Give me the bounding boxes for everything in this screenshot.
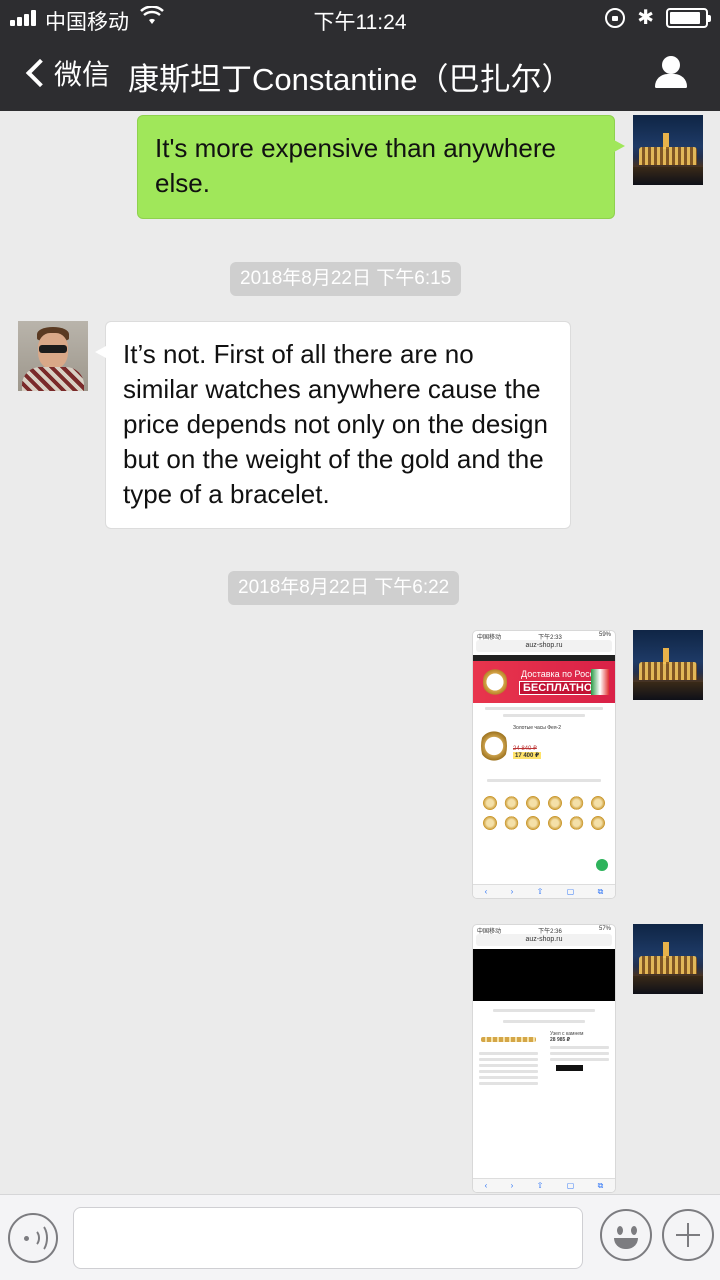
back-chevron-icon bbox=[25, 58, 55, 88]
my-avatar[interactable] bbox=[633, 924, 703, 994]
back-label: 微信 bbox=[54, 59, 111, 90]
shot-battery: 59% bbox=[598, 632, 611, 638]
shot-url-bar: auz-shop.ru bbox=[476, 640, 612, 652]
rotation-lock-icon bbox=[605, 7, 626, 28]
shot-browser-toolbar: ‹ › ⇧ ▢ ⧉ bbox=[473, 1178, 615, 1192]
shot-url-bar: auz-shop.ru bbox=[476, 934, 612, 946]
shot-divider bbox=[503, 1020, 585, 1023]
chat-fab-icon bbox=[593, 856, 611, 874]
shot-divider bbox=[487, 779, 601, 782]
contact-avatar[interactable] bbox=[18, 321, 88, 391]
my-avatar[interactable] bbox=[633, 630, 703, 700]
top-bar: 中国移动 下午11:24 ✱ 微信 康斯坦丁Constantine（巴扎尔） bbox=[0, 0, 720, 111]
bluetooth-icon: ✱ bbox=[637, 7, 654, 29]
nav-bar: 微信 康斯坦丁Constantine（巴扎尔） bbox=[0, 36, 720, 111]
status-bar: 中国移动 下午11:24 ✱ bbox=[0, 0, 720, 36]
message-input[interactable] bbox=[73, 1207, 583, 1269]
message-bubble-outgoing[interactable]: It's more expensive than anywhere else. bbox=[137, 115, 625, 219]
shot-status-bar: 中国移动 下午2:33 59% bbox=[473, 631, 615, 641]
bracelet-image bbox=[481, 1037, 536, 1042]
plus-icon[interactable] bbox=[662, 1209, 714, 1261]
input-bar bbox=[0, 1194, 720, 1280]
battery-icon bbox=[666, 7, 711, 28]
timestamp: 2018年8月22日 下午6:15 bbox=[230, 262, 462, 296]
message-bubble-incoming[interactable]: It’s not. First of all there are no simi… bbox=[95, 321, 571, 529]
shot-dark-header bbox=[473, 949, 615, 1001]
shot-product: Золотые часы Фея-2 24 840 ₽ 17 400 ₽ bbox=[473, 721, 615, 771]
shot-battery: 57% bbox=[598, 926, 611, 932]
chat-title: 康斯坦丁Constantine（巴扎尔） bbox=[128, 62, 573, 97]
shot-price: 28 985 ₽ bbox=[550, 1037, 571, 1043]
timestamp: 2018年8月22日 下午6:22 bbox=[228, 571, 460, 605]
my-avatar[interactable] bbox=[633, 115, 703, 185]
image-message-screenshot[interactable]: 中国移动 下午2:36 57% auz-shop.ru Узел с камне… bbox=[472, 924, 616, 1193]
shot-buy-button bbox=[556, 1065, 583, 1071]
russia-flag-icon bbox=[591, 669, 609, 695]
shot-time: 下午2:36 bbox=[538, 929, 562, 935]
voice-icon[interactable] bbox=[8, 1213, 58, 1263]
image-message-screenshot[interactable]: 中国移动 下午2:33 59% auz-shop.ru Доставка по … bbox=[472, 630, 616, 899]
shot-carrier: 中国移动 bbox=[477, 929, 502, 935]
shot-banner: Доставка по России БЕСПЛАТНО! bbox=[473, 661, 615, 703]
shot-product-grid bbox=[473, 790, 615, 836]
shot-new-price: 17 400 ₽ bbox=[513, 752, 542, 759]
shot-divider bbox=[485, 707, 603, 710]
shot-detail: Узел с камнем 28 985 ₽ bbox=[473, 1027, 615, 1088]
shot-divider bbox=[503, 714, 585, 717]
shot-browser-toolbar: ‹ › ⇧ ▢ ⧉ bbox=[473, 884, 615, 898]
message-text: It’s not. First of all there are no simi… bbox=[123, 339, 548, 509]
profile-icon[interactable] bbox=[654, 56, 688, 90]
back-button[interactable]: 微信 bbox=[22, 52, 110, 94]
watch-image bbox=[481, 725, 507, 767]
message-text: It's more expensive than anywhere else. bbox=[155, 133, 556, 198]
watch-image bbox=[483, 665, 507, 699]
shot-old-price: 24 840 ₽ bbox=[513, 746, 537, 752]
shot-status-bar: 中国移动 下午2:36 57% bbox=[473, 925, 615, 935]
shot-product-title: Золотые часы Фея-2 bbox=[513, 725, 561, 731]
shot-time: 下午2:33 bbox=[538, 635, 562, 641]
shot-divider bbox=[493, 1009, 595, 1012]
shot-carrier: 中国移动 bbox=[477, 635, 502, 641]
emoji-icon[interactable] bbox=[600, 1209, 652, 1261]
banner-line2: БЕСПЛАТНО! bbox=[519, 681, 601, 695]
